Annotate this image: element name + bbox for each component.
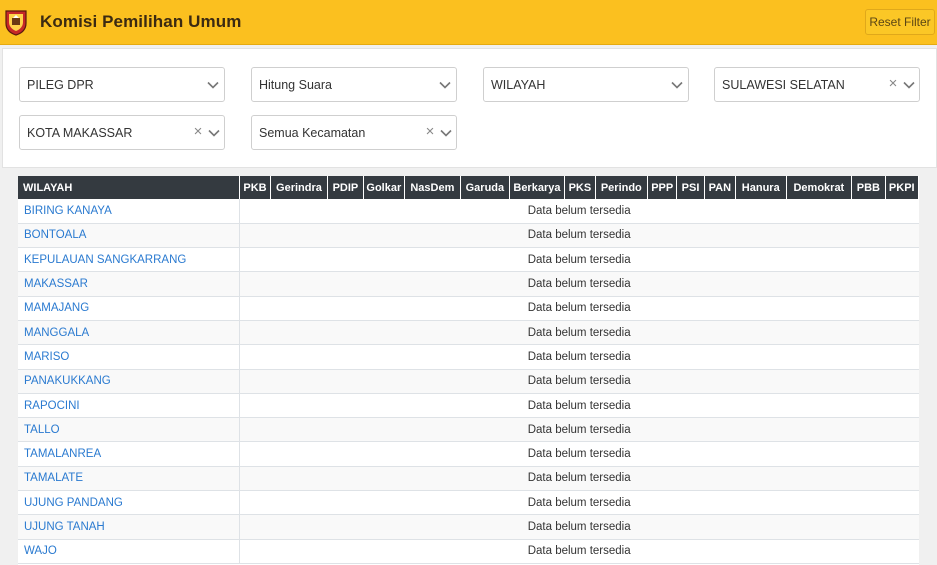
region-link[interactable]: RAPOCINI (18, 393, 240, 418)
column-header-party: PAN (704, 176, 736, 199)
region-link[interactable]: MAKASSAR (18, 271, 240, 297)
table-row: RAPOCINI Data belum tersedia (18, 393, 919, 418)
empty-data-message: Data belum tersedia (527, 496, 631, 509)
select-value: Hitung Suara (259, 78, 332, 92)
empty-data-message: Data belum tersedia (527, 448, 631, 461)
region-link[interactable]: UJUNG TANAH (18, 514, 240, 540)
select-value: PILEG DPR (27, 78, 94, 92)
empty-data-message: Data belum tersedia (527, 472, 631, 485)
column-header-party: Gerindra (270, 176, 328, 199)
column-header-party: Golkar (363, 176, 405, 199)
reset-filter-button[interactable]: Reset Filter (865, 9, 935, 35)
table-row: MAKASSAR Data belum tersedia (18, 271, 919, 297)
election-type-select[interactable]: PILEG DPR (19, 67, 225, 102)
table-row: BIRING KANAYA Data belum tersedia (18, 199, 919, 224)
table-row: UJUNG TANAH Data belum tersedia (18, 514, 919, 540)
table-row: WAJO Data belum tersedia (18, 539, 919, 564)
select-value: SULAWESI SELATAN (722, 78, 845, 92)
column-header-party: PPP (647, 176, 678, 199)
select-value: WILAYAH (491, 78, 546, 92)
empty-data-message: Data belum tersedia (527, 278, 631, 291)
chevron-down-icon (439, 81, 451, 89)
empty-data-message: Data belum tersedia (527, 229, 631, 242)
region-link[interactable]: BIRING KANAYA (18, 199, 240, 224)
table-row: BONTOALA Data belum tersedia (18, 223, 919, 248)
table-row: KEPULAUAN SANGKARRANG Data belum tersedia (18, 247, 919, 272)
chevron-down-icon (208, 129, 220, 137)
clear-icon[interactable]: × (424, 124, 436, 140)
region-link[interactable]: MAMAJANG (18, 296, 240, 321)
empty-data-message: Data belum tersedia (527, 375, 631, 388)
region-link[interactable]: UJUNG PANDANG (18, 490, 240, 515)
table-row: TAMALATE Data belum tersedia (18, 466, 919, 491)
column-header-party: Demokrat (786, 176, 853, 199)
count-mode-select[interactable]: Hitung Suara (251, 67, 457, 102)
table-row: UJUNG PANDANG Data belum tersedia (18, 490, 919, 515)
table-row: TALLO Data belum tersedia (18, 417, 919, 442)
column-header-party: NasDem (404, 176, 462, 199)
select-value: KOTA MAKASSAR (27, 126, 133, 140)
empty-data-message: Data belum tersedia (527, 350, 631, 363)
app-title: Komisi Pemilihan Umum (40, 12, 242, 31)
column-header-party: PDIP (327, 176, 365, 199)
results-table-container: WILAYAH PKB Gerindra PDIP Golkar NasDem Garuda… (18, 176, 919, 565)
table-row: MANGGALA Data belum tersedia (18, 320, 919, 345)
column-header-party: Garuda (460, 176, 510, 199)
column-header-party: Hanura (735, 176, 787, 199)
region-link[interactable]: MARISO (18, 344, 240, 370)
empty-data-message: Data belum tersedia (527, 302, 631, 315)
table-body: BIRING KANAYA Data belum tersedia BONTOALA… (18, 199, 919, 564)
region-link[interactable]: MANGGALA (18, 320, 240, 345)
province-select[interactable]: SULAWESI SELATAN × (714, 67, 920, 102)
column-header-party: PSI (676, 176, 705, 199)
kpu-logo-icon (5, 10, 27, 36)
empty-data-message: Data belum tersedia (527, 253, 631, 266)
top-bar: Komisi Pemilihan Umum Reset Filter (0, 0, 937, 45)
empty-data-message: Data belum tersedia (527, 423, 631, 436)
region-link[interactable]: BONTOALA (18, 223, 240, 248)
clear-icon[interactable]: × (192, 124, 204, 140)
region-link[interactable]: TAMALATE (18, 466, 240, 491)
region-link[interactable]: KEPULAUAN SANGKARRANG (18, 247, 240, 272)
empty-data-message: Data belum tersedia (527, 204, 631, 217)
chevron-down-icon (440, 129, 452, 137)
empty-data-message: Data belum tersedia (527, 521, 631, 533)
table-row: MARISO Data belum tersedia (18, 344, 919, 370)
chevron-down-icon (207, 81, 219, 89)
region-link[interactable]: PANAKUKKANG (18, 369, 240, 394)
results-table: WILAYAH PKB Gerindra PDIP Golkar NasDem Garuda… (18, 176, 919, 564)
chevron-down-icon (671, 81, 683, 89)
table-header-row: WILAYAH PKB Gerindra PDIP Golkar NasDem Garuda… (18, 176, 919, 199)
chevron-down-icon (903, 81, 915, 89)
empty-data-message: Data belum tersedia (527, 399, 631, 412)
column-header-party: PKS (564, 176, 596, 199)
table-row: PANAKUKKANG Data belum tersedia (18, 369, 919, 394)
column-header-wilayah: WILAYAH (18, 176, 240, 199)
table-row: TAMALANREA Data belum tersedia (18, 441, 919, 467)
select-value: Semua Kecamatan (259, 126, 366, 140)
clear-icon[interactable]: × (887, 76, 899, 92)
region-link[interactable]: WAJO (18, 539, 240, 564)
column-header-party: Perindo (595, 176, 649, 199)
column-header-party: PKB (239, 176, 272, 199)
city-select[interactable]: KOTA MAKASSAR × (19, 115, 225, 150)
empty-data-message: Data belum tersedia (527, 326, 631, 339)
filter-panel: PILEG DPR Hitung Suara WILAYAH SULAWESI … (2, 48, 937, 168)
district-select[interactable]: Semua Kecamatan × (251, 115, 457, 150)
column-header-party: Berkarya (509, 176, 566, 199)
table-row: MAMAJANG Data belum tersedia (18, 296, 919, 321)
column-header-party: PKPI (885, 176, 919, 199)
column-header-party: PBB (851, 176, 886, 199)
empty-data-message: Data belum tersedia (527, 545, 631, 558)
region-level-select[interactable]: WILAYAH (483, 67, 689, 102)
region-link[interactable]: TAMALANREA (18, 441, 240, 467)
region-link[interactable]: TALLO (18, 417, 240, 442)
